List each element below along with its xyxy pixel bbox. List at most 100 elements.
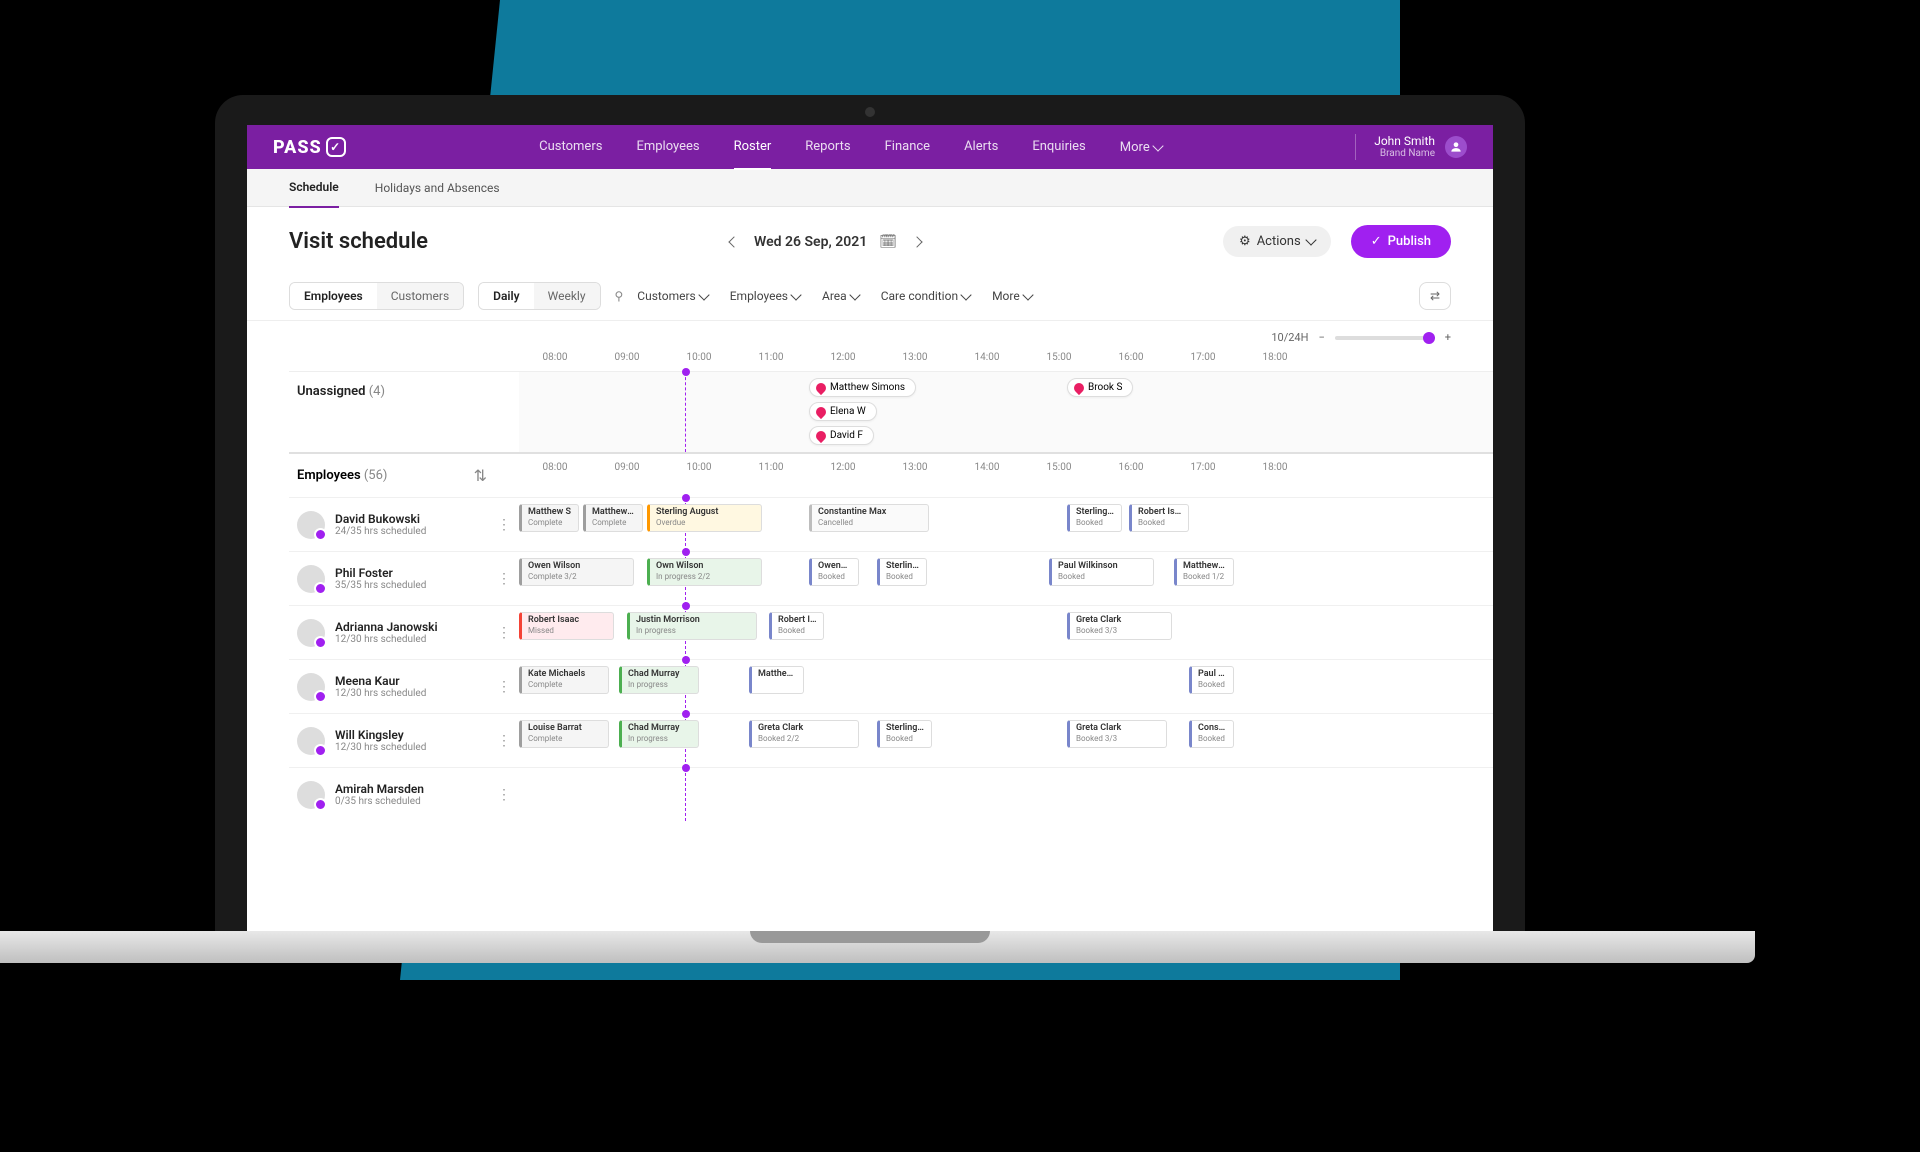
chevron-down-icon bbox=[960, 289, 971, 300]
prev-day-button[interactable] bbox=[726, 230, 742, 254]
hour-label: 09:00 bbox=[591, 352, 663, 363]
seg-employees[interactable]: Employees bbox=[290, 283, 377, 309]
employee-menu-icon[interactable]: ⋮ bbox=[497, 571, 511, 587]
filter-employees[interactable]: Employees bbox=[730, 289, 800, 303]
visit-card[interactable]: Owen WilsonComplete 3/2 bbox=[519, 558, 634, 586]
check-icon: ✓ bbox=[326, 137, 346, 157]
filter-icon[interactable]: ⚲ bbox=[615, 289, 624, 303]
unassigned-chip[interactable]: Brook S bbox=[1067, 378, 1133, 397]
visit-card[interactable]: Louise BarratComplete bbox=[519, 720, 609, 748]
visit-card[interactable]: Kate MichaelsComplete bbox=[519, 666, 609, 694]
visit-card[interactable]: Sterling AuBooked bbox=[877, 558, 927, 586]
nav-alerts[interactable]: Alerts bbox=[964, 125, 998, 170]
filter-customers[interactable]: Customers bbox=[637, 289, 707, 303]
next-day-button[interactable] bbox=[909, 230, 925, 254]
nav-customers[interactable]: Customers bbox=[539, 125, 602, 170]
employee-name: Phil Foster bbox=[335, 566, 426, 580]
visit-card[interactable]: Matthew Si bbox=[749, 666, 804, 694]
zoom-plus[interactable]: + bbox=[1445, 331, 1451, 344]
chevron-down-icon bbox=[849, 289, 860, 300]
visit-card[interactable]: Owen…Booked bbox=[809, 558, 859, 586]
hour-label: 15:00 bbox=[1023, 462, 1095, 473]
nav-roster[interactable]: Roster bbox=[734, 125, 772, 170]
visit-card[interactable]: Matthew SComplete bbox=[519, 504, 579, 532]
employee-menu-icon[interactable]: ⋮ bbox=[497, 733, 511, 749]
current-date[interactable]: Wed 26 Sep, 2021 bbox=[754, 234, 867, 250]
hour-label: 10:00 bbox=[663, 352, 735, 363]
visit-card[interactable]: Justin MorrisonIn progress bbox=[627, 612, 757, 640]
settings-chip[interactable]: ⇄ bbox=[1419, 282, 1451, 310]
seg-weekly[interactable]: Weekly bbox=[534, 283, 600, 309]
hour-label: 13:00 bbox=[879, 462, 951, 473]
hour-label: 16:00 bbox=[1095, 352, 1167, 363]
employee-hours: 12/30 hrs scheduled bbox=[335, 742, 426, 753]
employee-avatar bbox=[297, 619, 325, 647]
visit-card[interactable]: Own WilsonIn progress 2/2 bbox=[647, 558, 762, 586]
visit-card[interactable]: Greta ClarkBooked 3/3 bbox=[1067, 612, 1172, 640]
visit-card[interactable]: Matthew SiBooked 1/2 bbox=[1174, 558, 1234, 586]
employee-hours: 24/35 hrs scheduled bbox=[335, 526, 426, 537]
seg-customers[interactable]: Customers bbox=[377, 283, 463, 309]
visit-card[interactable]: Greta ClarkBooked 2/2 bbox=[749, 720, 859, 748]
brand-name: Brand Name bbox=[1374, 148, 1435, 160]
visit-card[interactable]: Sterling AuBooked bbox=[877, 720, 932, 748]
hour-label: 16:00 bbox=[1095, 462, 1167, 473]
visit-card[interactable]: Robert IsaacMissed bbox=[519, 612, 614, 640]
visit-card[interactable]: ConstanBooked bbox=[1189, 720, 1234, 748]
employee-menu-icon[interactable]: ⋮ bbox=[497, 787, 511, 803]
employee-avatar bbox=[297, 781, 325, 809]
filter-care-condition[interactable]: Care condition bbox=[881, 289, 970, 303]
visit-card[interactable]: Robert IsaBooked bbox=[769, 612, 824, 640]
zoom-slider[interactable] bbox=[1335, 336, 1435, 340]
pin-icon bbox=[1072, 380, 1086, 394]
unassigned-chip[interactable]: David F bbox=[809, 426, 874, 445]
hour-label: 13:00 bbox=[879, 352, 951, 363]
filter-area[interactable]: Area bbox=[822, 289, 859, 303]
publish-button[interactable]: ✓ Publish bbox=[1351, 225, 1451, 258]
unassigned-chip[interactable]: Elena W bbox=[809, 402, 877, 421]
chevron-down-icon bbox=[790, 289, 801, 300]
subtab-schedule[interactable]: Schedule bbox=[289, 168, 339, 208]
visit-card[interactable]: Sterling AuBooked bbox=[1067, 504, 1122, 532]
employee-menu-icon[interactable]: ⋮ bbox=[497, 517, 511, 533]
employee-hours: 35/35 hrs scheduled bbox=[335, 580, 426, 591]
sort-icon[interactable]: ⇅ bbox=[474, 466, 487, 485]
visit-card[interactable]: Chad MurrayIn progress bbox=[619, 720, 699, 748]
employee-menu-icon[interactable]: ⋮ bbox=[497, 679, 511, 695]
subtab-holidays-and-absences[interactable]: Holidays and Absences bbox=[375, 169, 500, 207]
visit-card[interactable]: Matthew WComplete bbox=[583, 504, 643, 532]
view-segment[interactable]: EmployeesCustomers bbox=[289, 282, 464, 310]
employee-menu-icon[interactable]: ⋮ bbox=[497, 625, 511, 641]
nav-reports[interactable]: Reports bbox=[805, 125, 850, 170]
seg-daily[interactable]: Daily bbox=[479, 283, 533, 309]
visit-card[interactable]: Paul WilkinsonBooked bbox=[1049, 558, 1154, 586]
range-segment[interactable]: DailyWeekly bbox=[478, 282, 600, 310]
visit-card[interactable]: Sterling AugustOverdue bbox=[647, 504, 762, 532]
employee-row: Adrianna Janowski12/30 hrs scheduled⋮Rob… bbox=[289, 605, 1493, 659]
nav-employees[interactable]: Employees bbox=[636, 125, 699, 170]
nav-enquiries[interactable]: Enquiries bbox=[1032, 125, 1085, 170]
actions-button[interactable]: ⚙ Actions bbox=[1223, 226, 1331, 257]
hour-label: 08:00 bbox=[519, 462, 591, 473]
employee-avatar bbox=[297, 673, 325, 701]
nav-finance[interactable]: Finance bbox=[885, 125, 930, 170]
hour-label: 12:00 bbox=[807, 462, 879, 473]
hour-label: 08:00 bbox=[519, 352, 591, 363]
employee-name: Will Kingsley bbox=[335, 728, 426, 742]
unassigned-chip[interactable]: Matthew Simons bbox=[809, 378, 916, 397]
zoom-minus[interactable]: − bbox=[1318, 331, 1324, 344]
hour-label: 17:00 bbox=[1167, 462, 1239, 473]
check-icon: ✓ bbox=[1371, 234, 1382, 249]
filter-more[interactable]: More bbox=[992, 289, 1032, 303]
visit-card[interactable]: Paul WilBooked bbox=[1189, 666, 1234, 694]
nav-more[interactable]: More bbox=[1120, 125, 1162, 170]
visit-card[interactable]: Chad MurrayIn progress bbox=[619, 666, 699, 694]
user-menu[interactable]: John Smith Brand Name bbox=[1355, 134, 1467, 160]
calendar-icon[interactable]: 🗓 bbox=[879, 234, 897, 250]
visit-card[interactable]: Constantine MaxCancelled bbox=[809, 504, 929, 532]
visit-card[interactable]: Greta ClarkBooked 3/3 bbox=[1067, 720, 1167, 748]
employee-hours: 12/30 hrs scheduled bbox=[335, 688, 426, 699]
gear-icon: ⚙ bbox=[1239, 234, 1251, 249]
date-navigator: Wed 26 Sep, 2021 🗓 bbox=[726, 230, 925, 254]
visit-card[interactable]: Robert IsaacBooked bbox=[1129, 504, 1189, 532]
